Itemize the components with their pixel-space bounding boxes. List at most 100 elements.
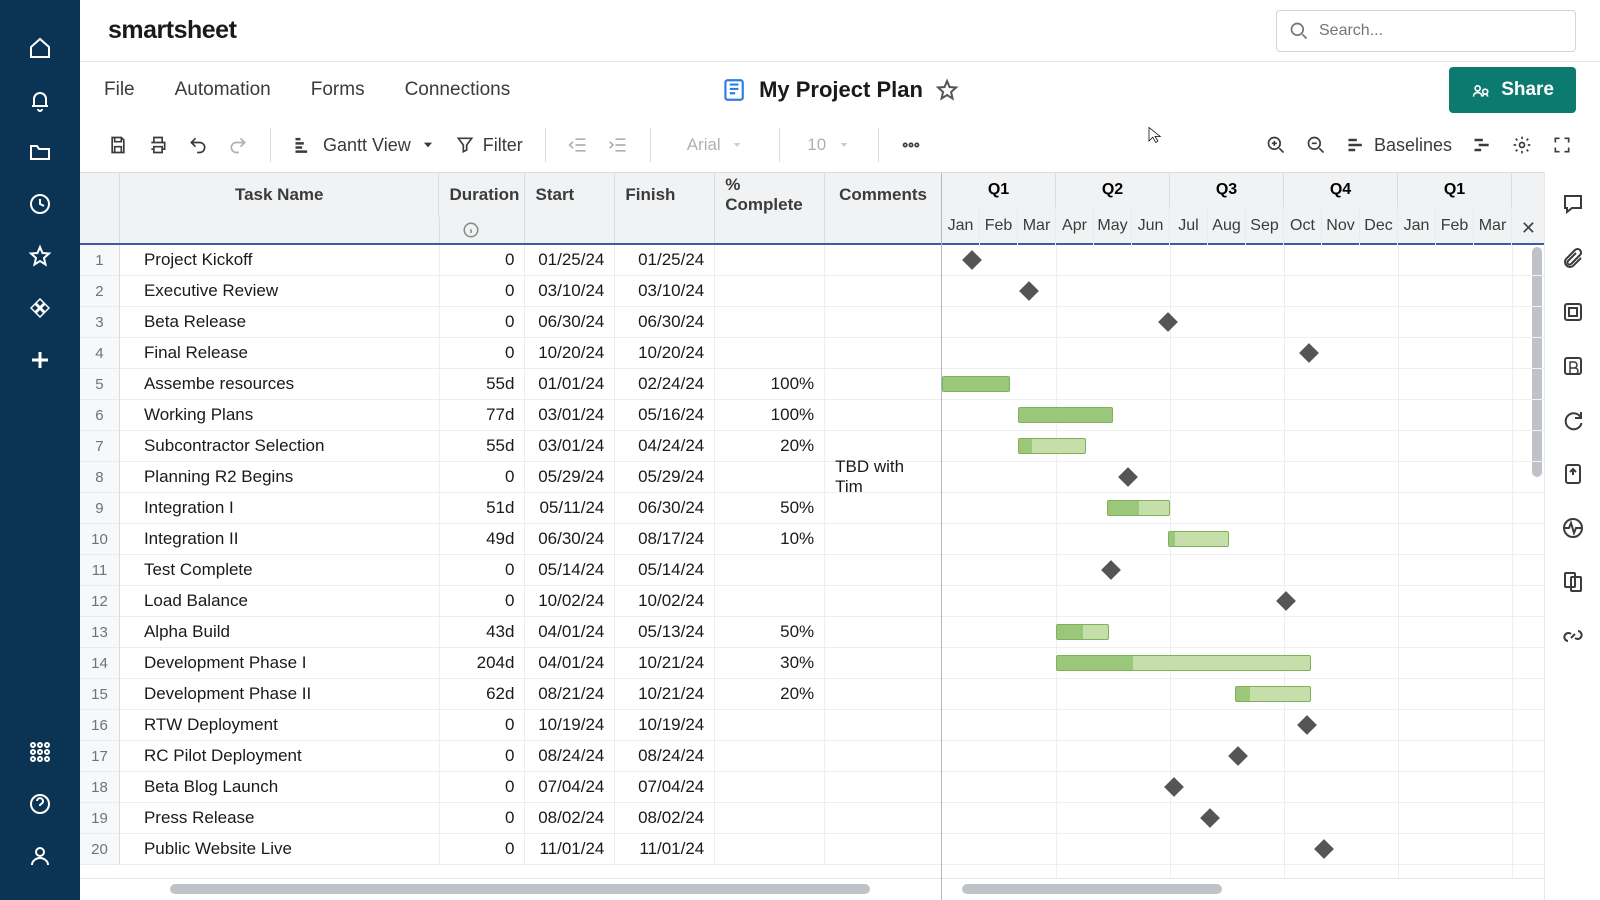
gantt-row[interactable] xyxy=(942,276,1544,307)
cell-start[interactable]: 05/29/24 xyxy=(525,462,615,493)
cell-pct[interactable] xyxy=(715,741,825,772)
row-number[interactable]: 7 xyxy=(80,431,120,462)
gantt-bar[interactable] xyxy=(1107,500,1170,516)
table-row[interactable]: 11Test Complete005/14/2405/14/24 xyxy=(80,555,941,586)
table-row[interactable]: 15Development Phase II62d08/21/2410/21/2… xyxy=(80,679,941,710)
cell-duration[interactable]: 0 xyxy=(440,710,526,741)
milestone-marker[interactable] xyxy=(1228,746,1248,766)
share-button[interactable]: Share xyxy=(1449,67,1576,113)
gantt-bar[interactable] xyxy=(1168,531,1229,547)
cell-task[interactable]: RC Pilot Deployment xyxy=(120,741,440,772)
cell-comment[interactable] xyxy=(825,307,941,338)
cell-finish[interactable]: 01/25/24 xyxy=(615,245,715,276)
cell-task[interactable]: Assembe resources xyxy=(120,369,440,400)
table-row[interactable]: 12Load Balance010/02/2410/02/24 xyxy=(80,586,941,617)
cell-pct[interactable] xyxy=(715,772,825,803)
favorite-star-icon[interactable] xyxy=(935,78,959,102)
table-row[interactable]: 6Working Plans77d03/01/2405/16/24100% xyxy=(80,400,941,431)
milestone-marker[interactable] xyxy=(1314,839,1334,859)
cell-pct[interactable] xyxy=(715,245,825,276)
cell-pct[interactable] xyxy=(715,307,825,338)
comments-panel-icon[interactable] xyxy=(1559,190,1587,218)
cell-finish[interactable]: 05/16/24 xyxy=(615,400,715,431)
row-number[interactable]: 18 xyxy=(80,772,120,803)
cell-finish[interactable]: 02/24/24 xyxy=(615,369,715,400)
indent-button[interactable] xyxy=(600,127,636,163)
cell-pct[interactable]: 20% xyxy=(715,679,825,710)
cell-task[interactable]: Alpha Build xyxy=(120,617,440,648)
plus-icon[interactable] xyxy=(20,340,60,380)
col-header-task[interactable]: Task Name xyxy=(120,173,440,217)
cell-finish[interactable]: 08/02/24 xyxy=(615,803,715,834)
cell-start[interactable]: 03/01/24 xyxy=(525,431,615,462)
apps-grid-icon[interactable] xyxy=(20,732,60,772)
cell-pct[interactable] xyxy=(715,462,825,493)
cell-duration[interactable]: 0 xyxy=(440,245,526,276)
cell-start[interactable]: 08/21/24 xyxy=(525,679,615,710)
cell-task[interactable]: Beta Blog Launch xyxy=(120,772,440,803)
table-row[interactable]: 14Development Phase I204d04/01/2410/21/2… xyxy=(80,648,941,679)
cell-pct[interactable] xyxy=(715,555,825,586)
table-row[interactable]: 20Public Website Live011/01/2411/01/24 xyxy=(80,834,941,865)
outdent-button[interactable] xyxy=(560,127,596,163)
cell-task[interactable]: Beta Release xyxy=(120,307,440,338)
table-row[interactable]: 7Subcontractor Selection55d03/01/2404/24… xyxy=(80,431,941,462)
gantt-row[interactable] xyxy=(942,369,1544,400)
cell-pct[interactable] xyxy=(715,276,825,307)
brandfolder-panel-icon[interactable] xyxy=(1559,352,1587,380)
table-row[interactable]: 5Assembe resources55d01/01/2402/24/24100… xyxy=(80,369,941,400)
gantt-row[interactable] xyxy=(942,524,1544,555)
cell-comment[interactable] xyxy=(825,338,941,369)
cell-start[interactable]: 06/30/24 xyxy=(525,307,615,338)
milestone-marker[interactable] xyxy=(1101,560,1121,580)
cell-task[interactable]: Development Phase II xyxy=(120,679,440,710)
milestone-marker[interactable] xyxy=(962,250,982,270)
gantt-row[interactable] xyxy=(942,710,1544,741)
gantt-bar[interactable] xyxy=(1056,624,1109,640)
cell-finish[interactable]: 08/17/24 xyxy=(615,524,715,555)
cell-comment[interactable] xyxy=(825,276,941,307)
bell-icon[interactable] xyxy=(20,80,60,120)
milestone-marker[interactable] xyxy=(1276,591,1296,611)
table-row[interactable]: 9Integration I51d05/11/2406/30/2450% xyxy=(80,493,941,524)
publish-panel-icon[interactable] xyxy=(1559,460,1587,488)
cell-comment[interactable] xyxy=(825,741,941,772)
cell-task[interactable]: Working Plans xyxy=(120,400,440,431)
table-row[interactable]: 2Executive Review003/10/2403/10/24 xyxy=(80,276,941,307)
gantt-row[interactable] xyxy=(942,400,1544,431)
cell-start[interactable]: 01/01/24 xyxy=(525,369,615,400)
cell-comment[interactable] xyxy=(825,648,941,679)
cell-task[interactable]: Planning R2 Begins xyxy=(120,462,440,493)
table-row[interactable]: 1Project Kickoff001/25/2401/25/24 xyxy=(80,245,941,276)
cell-duration[interactable]: 0 xyxy=(440,555,526,586)
cell-duration[interactable]: 0 xyxy=(440,834,526,865)
attachments-panel-icon[interactable] xyxy=(1559,244,1587,272)
row-number[interactable]: 3 xyxy=(80,307,120,338)
milestone-marker[interactable] xyxy=(1118,467,1138,487)
cell-pct[interactable] xyxy=(715,834,825,865)
gantt-row[interactable] xyxy=(942,772,1544,803)
row-number[interactable]: 13 xyxy=(80,617,120,648)
more-button[interactable] xyxy=(893,127,929,163)
row-number[interactable]: 16 xyxy=(80,710,120,741)
milestone-marker[interactable] xyxy=(1299,343,1319,363)
menu-forms[interactable]: Forms xyxy=(311,79,365,101)
cell-finish[interactable]: 03/10/24 xyxy=(615,276,715,307)
view-switcher[interactable]: Gantt View xyxy=(285,127,443,163)
table-row[interactable]: 13Alpha Build43d04/01/2405/13/2450% xyxy=(80,617,941,648)
cell-pct[interactable]: 30% xyxy=(715,648,825,679)
cell-pct[interactable]: 100% xyxy=(715,400,825,431)
cell-start[interactable]: 10/02/24 xyxy=(525,586,615,617)
table-row[interactable]: 10Integration II49d06/30/2408/17/2410% xyxy=(80,524,941,555)
cell-duration[interactable]: 0 xyxy=(440,307,526,338)
gantt-row[interactable] xyxy=(942,679,1544,710)
summary-panel-icon[interactable] xyxy=(1559,568,1587,596)
row-number[interactable]: 1 xyxy=(80,245,120,276)
cell-start[interactable]: 04/01/24 xyxy=(525,648,615,679)
cell-comment[interactable] xyxy=(825,586,941,617)
milestone-marker[interactable] xyxy=(1200,808,1220,828)
font-size-selector[interactable]: 10 xyxy=(794,127,864,163)
redo-button[interactable] xyxy=(220,127,256,163)
cell-task[interactable]: Final Release xyxy=(120,338,440,369)
gantt-row[interactable] xyxy=(942,648,1544,679)
